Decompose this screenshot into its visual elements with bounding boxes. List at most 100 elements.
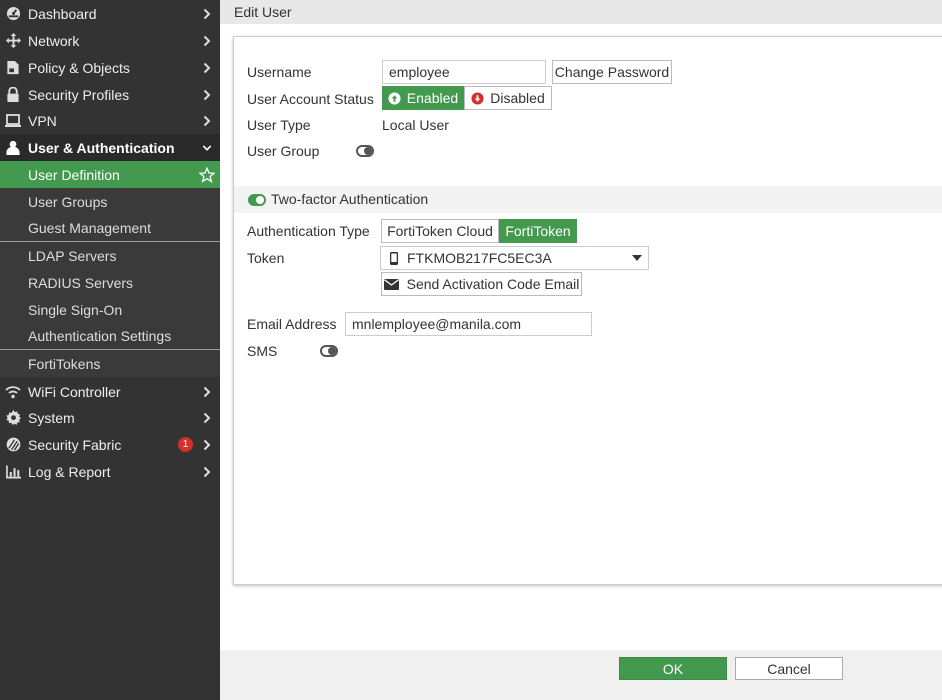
fabric-icon	[5, 437, 21, 453]
chart-icon	[5, 464, 21, 480]
sidebar-item-log-report[interactable]: Log & Report	[0, 458, 220, 485]
user-type-value: Local User	[382, 117, 449, 133]
send-activation-label: Send Activation Code Email	[406, 276, 580, 292]
network-icon	[5, 33, 21, 49]
sidebar-item-label: RADIUS Servers	[28, 274, 134, 291]
sidebar-item-fortitokens[interactable]: FortiTokens	[0, 350, 220, 377]
user-icon	[5, 140, 21, 156]
two-factor-section: Two-factor Authentication	[234, 186, 942, 213]
sidebar-item-label: LDAP Servers	[28, 247, 117, 264]
sidebar-item-label: VPN	[28, 112, 57, 129]
wifi-icon	[5, 384, 21, 400]
toggle-knob	[364, 147, 372, 155]
sidebar-item-authentication-settings[interactable]: Authentication Settings	[0, 322, 220, 349]
sidebar-item-label: FortiTokens	[28, 355, 101, 372]
change-password-button[interactable]: Change Password	[552, 60, 672, 84]
sms-label: SMS	[247, 343, 278, 359]
two-factor-toggle[interactable]	[248, 194, 266, 206]
dialog-footer: OK Cancel	[220, 650, 942, 700]
toggle-knob	[256, 196, 264, 204]
chevron-right-icon	[202, 385, 212, 399]
sidebar-item-dashboard[interactable]: Dashboard	[0, 0, 220, 27]
chevron-right-icon	[202, 114, 212, 128]
token-selected-value: FTKMOB217FC5EC3A	[407, 250, 552, 266]
chevron-right-icon	[202, 7, 212, 21]
mobile-phone-icon	[390, 252, 398, 265]
title-bar: Edit User	[220, 0, 942, 24]
email-address-label: Email Address	[247, 316, 337, 332]
username-input[interactable]: employee	[382, 60, 546, 84]
sidebar-item-label: Authentication Settings	[28, 327, 172, 344]
chevron-right-icon	[202, 438, 212, 452]
page-title: Edit User	[234, 4, 292, 20]
dashboard-icon	[5, 6, 21, 22]
sidebar-item-ldap-servers[interactable]: LDAP Servers	[0, 242, 220, 269]
laptop-icon	[5, 113, 21, 129]
username-label: Username	[247, 64, 312, 80]
lock-icon	[5, 87, 21, 103]
sidebar-item-security-profiles[interactable]: Security Profiles	[0, 81, 220, 108]
sidebar-item-label: Log & Report	[28, 463, 111, 480]
status-enabled-button[interactable]: Enabled	[382, 86, 464, 110]
sidebar-item-radius-servers[interactable]: RADIUS Servers	[0, 269, 220, 296]
user-group-label: User Group	[247, 143, 320, 159]
token-label: Token	[247, 250, 285, 266]
chevron-right-icon	[202, 61, 212, 75]
status-disabled-label: Disabled	[490, 90, 545, 106]
star-icon[interactable]	[199, 166, 215, 183]
main-content: Edit User Username employee Change Passw…	[220, 0, 942, 700]
auth-fortitoken-cloud-button[interactable]: FortiToken Cloud	[381, 219, 499, 243]
toggle-knob	[328, 347, 336, 355]
notification-badge: 1	[178, 437, 193, 452]
auth-fortitoken-button[interactable]: FortiToken	[499, 219, 577, 243]
sidebar-item-user-definition[interactable]: User Definition	[0, 161, 220, 188]
edit-user-panel: Username employee Change Password User A…	[233, 36, 942, 585]
sms-toggle[interactable]	[320, 345, 338, 357]
sidebar-item-wifi-controller[interactable]: WiFi Controller	[0, 378, 220, 405]
send-activation-email-button[interactable]: Send Activation Code Email	[381, 272, 582, 296]
sidebar-item-label: Security Profiles	[28, 86, 130, 103]
sidebar-item-label: Network	[28, 32, 80, 49]
sidebar-item-label: User & Authentication	[28, 139, 175, 156]
sidebar-item-system[interactable]: System	[0, 404, 220, 431]
dropdown-caret-icon	[632, 255, 642, 261]
gear-icon	[5, 410, 21, 426]
sidebar-item-label: User Definition	[28, 166, 120, 183]
sidebar-item-label: System	[28, 409, 75, 426]
token-select[interactable]: FTKMOB217FC5EC3A	[380, 246, 649, 270]
authentication-type-label: Authentication Type	[247, 223, 370, 239]
user-type-label: User Type	[247, 117, 311, 133]
sidebar-item-security-fabric[interactable]: Security Fabric 1	[0, 431, 220, 458]
sidebar-item-label: Dashboard	[28, 5, 97, 22]
sidebar-item-single-sign-on[interactable]: Single Sign-On	[0, 296, 220, 323]
sidebar-item-label: Security Fabric	[28, 436, 122, 453]
arrow-up-circle-icon	[388, 91, 401, 105]
chevron-right-icon	[202, 88, 212, 102]
user-account-status-label: User Account Status	[247, 91, 374, 107]
cancel-button[interactable]: Cancel	[735, 657, 843, 680]
arrow-down-circle-icon	[471, 91, 484, 105]
two-factor-label: Two-factor Authentication	[271, 191, 429, 207]
chevron-right-icon	[202, 411, 212, 425]
sidebar-item-policy-objects[interactable]: Policy & Objects	[0, 54, 220, 81]
sidebar-item-label: Single Sign-On	[28, 301, 123, 318]
chevron-down-icon	[202, 141, 212, 155]
status-disabled-button[interactable]: Disabled	[464, 86, 552, 110]
sidebar: Dashboard Network Policy & Objects Secur…	[0, 0, 220, 700]
sidebar-item-user-authentication[interactable]: User & Authentication	[0, 134, 220, 161]
ok-button[interactable]: OK	[619, 657, 727, 680]
sidebar-item-user-groups[interactable]: User Groups	[0, 188, 220, 215]
sidebar-item-label: User Groups	[28, 193, 108, 210]
envelope-icon	[383, 278, 399, 290]
sidebar-item-label: WiFi Controller	[28, 383, 121, 400]
sidebar-item-label: Guest Management	[28, 219, 151, 236]
status-enabled-label: Enabled	[406, 90, 459, 106]
chevron-right-icon	[202, 34, 212, 48]
sidebar-item-guest-management[interactable]: Guest Management	[0, 214, 220, 241]
user-group-toggle[interactable]	[356, 145, 374, 157]
sidebar-item-network[interactable]: Network	[0, 27, 220, 54]
sidebar-item-vpn[interactable]: VPN	[0, 107, 220, 134]
email-address-input[interactable]: mnlemployee@manila.com	[345, 312, 592, 336]
policy-icon	[5, 60, 21, 76]
sidebar-item-label: Policy & Objects	[28, 59, 130, 76]
